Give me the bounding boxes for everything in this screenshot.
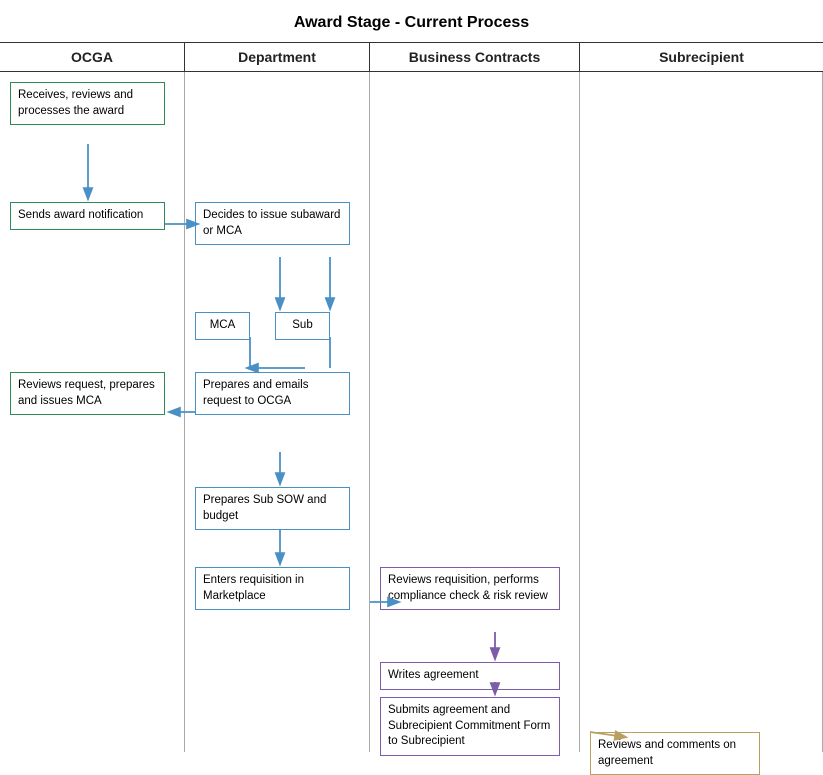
lane-subrecipient: Reviews and comments on agreement [580, 72, 823, 752]
box-reviews-request: Reviews request, prepares and issues MCA [10, 372, 165, 415]
body-row: Receives, reviews and processes the awar… [0, 72, 823, 752]
box-receives: Receives, reviews and processes the awar… [10, 82, 165, 125]
lane-ocga: Receives, reviews and processes the awar… [0, 72, 185, 752]
box-prepares-emails: Prepares and emails request to OCGA [195, 372, 350, 415]
box-sub: Sub [275, 312, 330, 340]
box-sends: Sends award notification [10, 202, 165, 230]
box-reviews-req: Reviews requisition, performs compliance… [380, 567, 560, 610]
box-reviews-comments: Reviews and comments on agreement [590, 732, 760, 775]
lane-department: Decides to issue subaward or MCA MCA Sub… [185, 72, 370, 752]
box-decides: Decides to issue subaward or MCA [195, 202, 350, 245]
header-row: OCGA Department Business Contracts Subre… [0, 42, 823, 72]
header-ocga: OCGA [0, 43, 185, 71]
box-writes: Writes agreement [380, 662, 560, 690]
box-enters-req: Enters requisition in Marketplace [195, 567, 350, 610]
header-department: Department [185, 43, 370, 71]
box-prepares-sow: Prepares Sub SOW and budget [195, 487, 350, 530]
box-mca: MCA [195, 312, 250, 340]
header-business-contracts: Business Contracts [370, 43, 580, 71]
header-subrecipient: Subrecipient [580, 43, 823, 71]
lane-business-contracts: Reviews requisition, performs compliance… [370, 72, 580, 752]
page-title: Award Stage - Current Process [0, 0, 823, 42]
box-submits: Submits agreement and Subrecipient Commi… [380, 697, 560, 756]
